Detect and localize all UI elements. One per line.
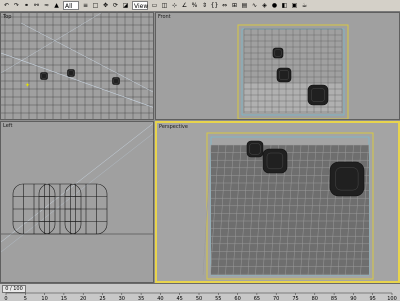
- mirror-button[interactable]: ⇔: [220, 1, 229, 10]
- render-setup-button[interactable]: ◧: [280, 1, 289, 10]
- unlink-button[interactable]: ⚯: [32, 1, 41, 10]
- object-box: [40, 72, 48, 80]
- select-by-name-button[interactable]: ≡: [81, 1, 90, 10]
- object-box: [67, 69, 75, 77]
- ruler-tick-label: 80: [312, 296, 318, 301]
- object-box: [262, 148, 288, 174]
- front-view-canvas[interactable]: [156, 13, 400, 120]
- camera-line: [1, 13, 102, 74]
- viewport-label-left[interactable]: Left: [3, 123, 12, 129]
- object-box: [276, 67, 292, 83]
- viewport-perspective[interactable]: Perspective: [155, 121, 400, 283]
- ruler-tick-label: 70: [273, 296, 279, 301]
- spinner-snap-button[interactable]: ⇕: [200, 1, 209, 10]
- bind-spacewarp-button[interactable]: ≈: [42, 1, 51, 10]
- select-scale-button[interactable]: ◪: [121, 1, 130, 10]
- camera-line: [1, 123, 153, 243]
- snap-toggle-button[interactable]: ⊹: [170, 1, 179, 10]
- pivot-button[interactable]: ◫: [160, 1, 169, 10]
- ruler-tick-label: 0: [4, 296, 7, 301]
- ruler-tick-label: 5: [24, 296, 27, 301]
- left-view-canvas[interactable]: [1, 122, 154, 283]
- render-frame-button[interactable]: ▣: [290, 1, 299, 10]
- ruler-tick-label: 90: [350, 296, 356, 301]
- object-box: [307, 84, 329, 106]
- layer-manager-button[interactable]: ▤: [240, 1, 249, 10]
- quick-render-button[interactable]: ☕: [300, 1, 309, 10]
- ruler-tick-label: 85: [331, 296, 337, 301]
- ruler-tick-label: 50: [196, 296, 202, 301]
- ruler-tick-label: 15: [61, 296, 67, 301]
- align-button[interactable]: ⊞: [230, 1, 239, 10]
- object-box: [112, 77, 120, 85]
- ruler-tick-label: 55: [215, 296, 221, 301]
- viewport-top[interactable]: Top ✦: [0, 12, 154, 120]
- ruler-tick-label: 75: [292, 296, 298, 301]
- viewport-label-front[interactable]: Front: [158, 14, 171, 20]
- select-object-button[interactable]: ▲: [52, 1, 61, 10]
- viewport-label-top[interactable]: Top: [3, 14, 11, 20]
- redo-button[interactable]: ↷: [12, 1, 21, 10]
- select-region-button[interactable]: □: [91, 1, 100, 10]
- ruler-tick-label: 40: [157, 296, 163, 301]
- viewport-label-perspective[interactable]: Perspective: [159, 124, 188, 130]
- material-editor-button[interactable]: ●: [270, 1, 279, 10]
- angle-snap-button[interactable]: ∠: [180, 1, 189, 10]
- ruler-tick-label: 10: [41, 296, 47, 301]
- object-box: [329, 161, 365, 197]
- perspective-view-canvas[interactable]: [157, 123, 398, 281]
- viewport-front[interactable]: Front: [155, 12, 400, 120]
- ruler-tick-label: 35: [138, 296, 144, 301]
- schematic-view-button[interactable]: ◈: [260, 1, 269, 10]
- select-move-button[interactable]: ✥: [101, 1, 110, 10]
- undo-button[interactable]: ↶: [2, 1, 11, 10]
- grid: [1, 13, 153, 119]
- selection-filter-dropdown[interactable]: All: [63, 1, 79, 10]
- track-bar: 0 / 100 0 5 10 15 20 25 30 35 40 45 50 55 60 65 70 75 80…: [0, 283, 400, 301]
- camera-line: [20, 22, 153, 93]
- object-box: [246, 140, 264, 158]
- reference-coordinate-dropdown[interactable]: View: [132, 1, 148, 10]
- object-row: [12, 183, 108, 235]
- ruler-tick-label: 25: [99, 296, 105, 301]
- reference-coordinate-button[interactable]: ▭: [150, 1, 159, 10]
- object-box: [272, 47, 284, 59]
- top-view-canvas[interactable]: ✦: [1, 13, 154, 120]
- select-rotate-button[interactable]: ⟳: [111, 1, 120, 10]
- ruler-tick-label: 20: [80, 296, 86, 301]
- ruler-tick-label: 45: [177, 296, 183, 301]
- link-button[interactable]: ⚭: [22, 1, 31, 10]
- ruler-tick-label: 100: [387, 296, 397, 301]
- percent-snap-button[interactable]: %: [190, 1, 199, 10]
- curve-editor-button[interactable]: ∿: [250, 1, 259, 10]
- main-toolbar: ↶ ↷ ⚭ ⚯ ≈ ▲ All ≡ □ ✥ ⟳ ◪ View ▭ ◫ ⊹ ∠% ⇕{} ⇔ ⊞ ▤ ∿ ◈ ● ◧ ▣ ☕: [0, 0, 400, 12]
- viewport-left[interactable]: Left: [0, 121, 154, 283]
- ruler-tick-label: 60: [234, 296, 240, 301]
- light-icon: ✦: [25, 82, 30, 89]
- ruler-tick-label: 65: [254, 296, 260, 301]
- ruler-tick-label: 95: [370, 296, 376, 301]
- named-selection-button[interactable]: {}: [210, 1, 219, 10]
- ruler-tick-label: 30: [119, 296, 125, 301]
